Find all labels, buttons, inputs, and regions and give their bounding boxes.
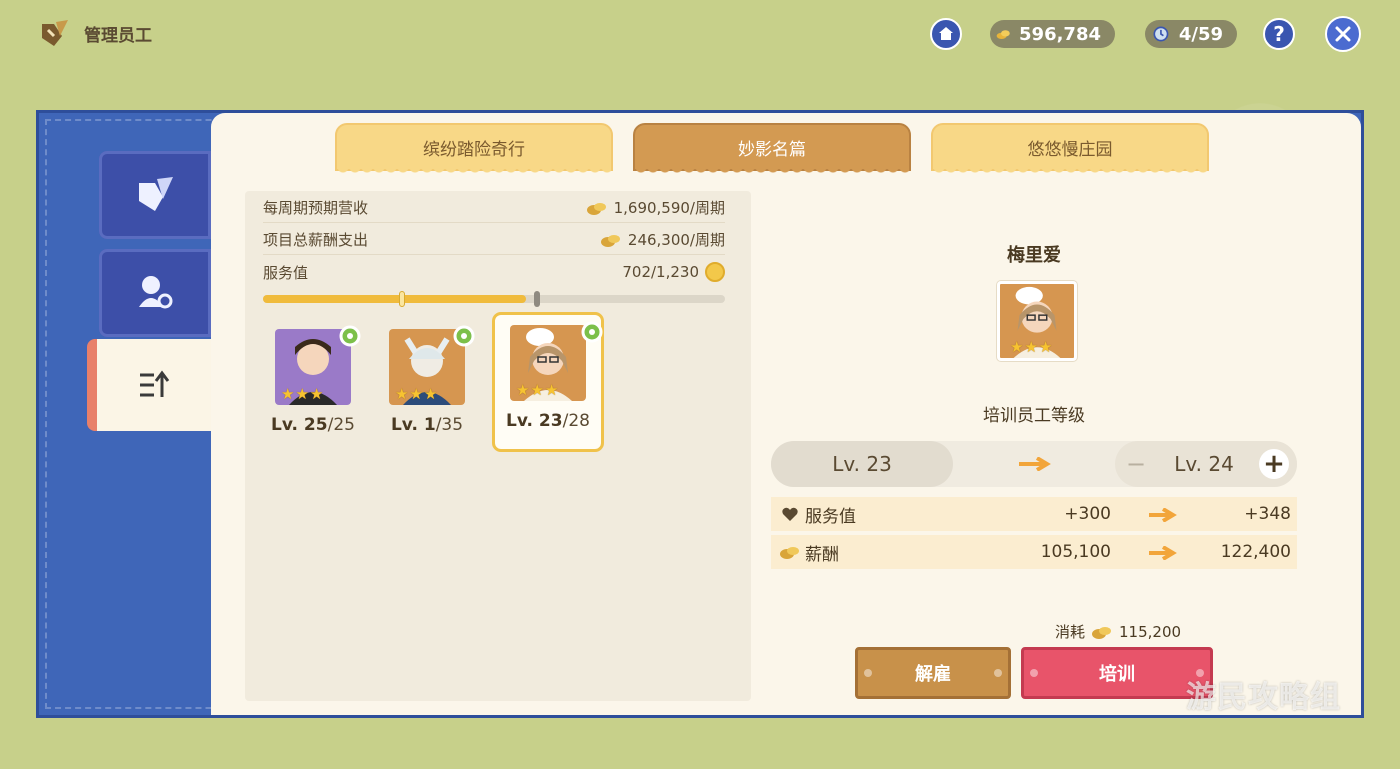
- star-icon: ★: [281, 385, 295, 403]
- salary-label: 项目总薪酬支出: [263, 231, 369, 249]
- employee-level: Lv. 1: [390, 415, 436, 435]
- star-icon: ★: [1010, 338, 1024, 356]
- coin-icon: [586, 202, 606, 215]
- attr-to-value: +348: [1244, 504, 1291, 524]
- quill-badge-icon: [139, 177, 173, 211]
- dismiss-button[interactable]: 解雇: [855, 647, 1011, 699]
- employee-list: ★ ★ ★ Lv. 25/25 ★ ★ ★ Lv. 1/35 ★ ★ ★ Lv.…: [267, 312, 604, 452]
- home-button[interactable]: [930, 18, 962, 50]
- star-icon: ★: [423, 385, 438, 403]
- coin-icon: [1092, 626, 1112, 639]
- employee-level: Lv. 25: [271, 415, 328, 435]
- attr-from-value: 105,100: [1040, 542, 1111, 562]
- main-frame: 缤纷踏险奇行 妙影名篇 悠悠慢庄园 每周期预期营收 1,690,590/周期 项…: [36, 110, 1364, 718]
- attr-row-salary: 薪酬 105,100 122,400: [771, 535, 1297, 569]
- target-level: Lv. 24: [1174, 452, 1234, 476]
- manage-staff-icon: [42, 20, 68, 46]
- coin-icon: [780, 547, 799, 559]
- star-icon: ★: [295, 385, 309, 403]
- close-icon: [1335, 26, 1351, 42]
- close-button[interactable]: [1325, 16, 1361, 52]
- weekly-revenue-row: 每周期预期营收 1,690,590/周期: [263, 193, 725, 223]
- star-icon: ★: [516, 381, 530, 399]
- employee-max-level: /25: [327, 415, 355, 435]
- employee-card[interactable]: ★ ★ ★ Lv. 25/25: [267, 319, 361, 445]
- selected-employee-portrait: ★ ★ ★: [997, 281, 1077, 361]
- smile-icon: [705, 262, 725, 282]
- home-icon: [939, 27, 953, 40]
- coin-pile-icon: [996, 30, 1010, 40]
- sidebar-tab-staff-settings[interactable]: [99, 249, 211, 337]
- gear-badge-icon: [453, 325, 475, 347]
- employee-portrait: ★ ★ ★: [510, 325, 586, 401]
- employee-max-level: /28: [562, 411, 590, 431]
- top-bar: 管理员工 596,784 4/59 ?: [0, 0, 1400, 70]
- star-icon: ★: [309, 385, 324, 403]
- consume-label: 消耗: [1055, 623, 1086, 641]
- level-up-list-icon: [140, 370, 170, 397]
- title-group: 管理员工: [38, 16, 152, 50]
- arrow-right-icon: [1149, 508, 1177, 522]
- clock-icon: [1153, 26, 1169, 42]
- progress-end-marker: [534, 291, 540, 307]
- arrow-right-icon: [1149, 546, 1177, 560]
- star-icon: ★: [1038, 338, 1053, 356]
- increase-level-button[interactable]: +: [1259, 449, 1289, 479]
- service-progress-bar: [263, 291, 725, 307]
- page-title: 管理员工: [84, 25, 152, 46]
- gear-badge-icon: [581, 321, 603, 343]
- salary-value: 246,300/周期: [627, 231, 725, 249]
- service-value: 702/1,230: [622, 263, 699, 281]
- attr-label: 薪酬: [805, 544, 839, 565]
- weekly-revenue-label: 每周期预期营收: [263, 199, 369, 217]
- consume-value: 115,200: [1119, 622, 1182, 641]
- employee-level: Lv. 23: [506, 411, 563, 431]
- progress-marker: [399, 291, 405, 307]
- attr-to-value: 122,400: [1220, 542, 1291, 562]
- staff-gear-icon: [139, 276, 173, 309]
- star-icon: ★: [530, 381, 544, 399]
- service-row: 服务值 702/1,230: [263, 257, 725, 287]
- decrease-level-button[interactable]: −: [1123, 450, 1149, 478]
- money-counter: 596,784: [990, 20, 1115, 48]
- employee-max-level: /35: [435, 415, 464, 435]
- arrow-right-icon: [1019, 457, 1051, 471]
- sidebar-tab-projects[interactable]: [99, 151, 211, 239]
- star-icon: ★: [409, 385, 423, 403]
- star-icon: ★: [395, 385, 409, 403]
- employee-name: 梅里爱: [1007, 245, 1061, 266]
- star-icon: ★: [1024, 338, 1038, 356]
- service-progress-fill: [263, 295, 526, 303]
- content-panel: 缤纷踏险奇行 妙影名篇 悠悠慢庄园 每周期预期营收 1,690,590/周期 项…: [211, 113, 1361, 715]
- current-level: Lv. 23: [771, 441, 953, 487]
- heart-icon: [782, 507, 798, 521]
- tab-project-3[interactable]: 悠悠慢庄园: [931, 123, 1209, 177]
- sidebar-tab-training[interactable]: [87, 339, 215, 431]
- tab-project-2[interactable]: 妙影名篇: [633, 123, 911, 177]
- employee-card[interactable]: ★ ★ ★ Lv. 1/35: [381, 319, 475, 445]
- target-level-control: − Lv. 24 +: [1115, 441, 1297, 487]
- attr-row-service: 服务值 +300 +348: [771, 497, 1297, 531]
- attr-from-value: +300: [1064, 504, 1111, 524]
- watermark-logo: 游民攻略组: [1186, 680, 1341, 715]
- level-selector: Lv. 23 − Lv. 24 +: [771, 441, 1297, 487]
- gear-badge-icon: [339, 325, 361, 347]
- attr-label: 服务值: [805, 506, 856, 527]
- project-summary: 每周期预期营收 1,690,590/周期 项目总薪酬支出 246,300/周期 …: [245, 191, 751, 701]
- tab-project-1[interactable]: 缤纷踏险奇行: [335, 123, 613, 177]
- help-button[interactable]: ?: [1263, 18, 1295, 50]
- money-value: 596,784: [1019, 23, 1101, 45]
- salary-row: 项目总薪酬支出 246,300/周期: [263, 225, 725, 255]
- weekly-revenue-value: 1,690,590/周期: [613, 199, 725, 217]
- training-cost: 消耗 115,200: [1055, 621, 1181, 642]
- employee-card-selected[interactable]: ★ ★ ★ Lv. 23/28: [492, 312, 604, 452]
- star-icon: ★: [544, 381, 559, 399]
- staff-count-value: 4/59: [1178, 23, 1223, 45]
- train-button[interactable]: 培训: [1021, 647, 1213, 699]
- train-level-title: 培训员工等级: [983, 406, 1085, 426]
- coin-icon: [600, 234, 620, 247]
- staff-counter: 4/59: [1145, 20, 1237, 48]
- project-tabs: 缤纷踏险奇行 妙影名篇 悠悠慢庄园: [335, 123, 1209, 177]
- service-label: 服务值: [263, 263, 309, 282]
